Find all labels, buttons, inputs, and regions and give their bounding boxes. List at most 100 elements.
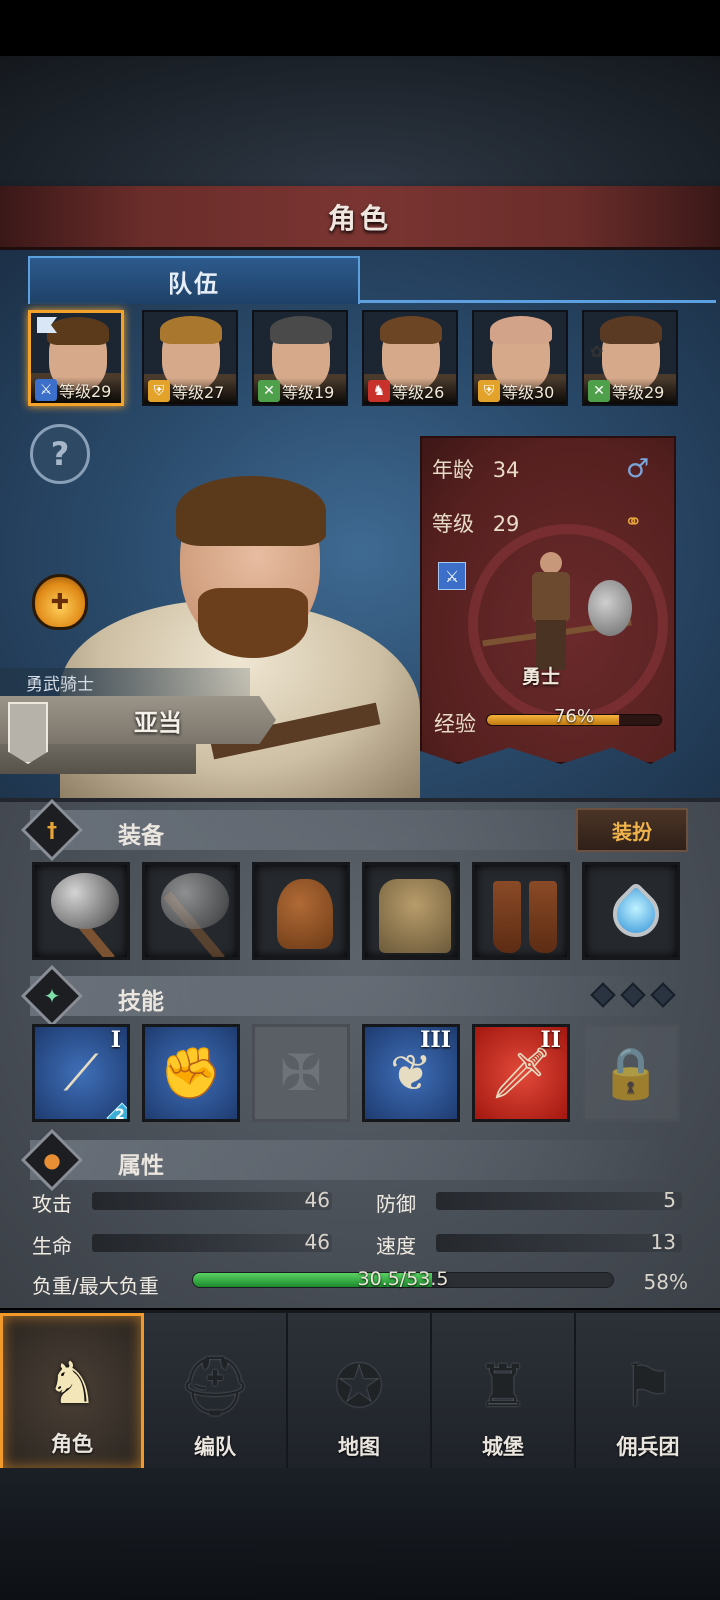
skills-title: 技能 [118, 989, 164, 1015]
fist-skill-icon: ✊ [159, 1043, 223, 1102]
member-level: 等级29 [59, 382, 112, 401]
team-member-1[interactable]: ⚔ 等级29 [28, 310, 124, 406]
nav-castle[interactable]: ♜ 城堡 [432, 1313, 576, 1471]
member-level: 等级30 [502, 383, 555, 402]
crossed-swords-icon: ✕ [258, 380, 280, 402]
exp-percent: 76% [553, 706, 594, 727]
team-member-6[interactable]: ✿ ✕ 等级29 [582, 310, 678, 406]
bottom-background [0, 1468, 720, 1600]
skill-rank: III [420, 1027, 451, 1053]
character-title: 勇武骑士 [26, 674, 94, 695]
nav-map[interactable]: ✪ 地图 [288, 1313, 432, 1471]
level-bar: ⛨ 等级30 [474, 378, 566, 404]
rings-icon: ⚭ [624, 510, 643, 535]
defense-label: 防御 [376, 1192, 416, 1216]
hp-label: 生命 [32, 1234, 72, 1258]
person-icon: ● [43, 1148, 61, 1172]
attack-label: 攻击 [32, 1192, 72, 1216]
nav-formation[interactable]: ⛑ 编队 [144, 1313, 288, 1471]
crossed-swords-icon: ✕ [588, 380, 610, 402]
helmet-slot[interactable] [252, 862, 350, 960]
helmet-icon [277, 879, 333, 949]
lock-icon: 🔒 [599, 1043, 663, 1102]
hero-hair [176, 476, 326, 546]
castle-icon: ♜ [477, 1352, 529, 1420]
nav-map-label: 地图 [338, 1435, 380, 1459]
defense-value: 5 [663, 1188, 676, 1212]
member-level: 等级26 [392, 383, 445, 402]
attributes-header: ● 属性 [20, 1128, 670, 1192]
question-icon: ? [50, 435, 70, 473]
weapon-slot-2[interactable] [142, 862, 240, 960]
team-member-3[interactable]: ✕ 等级19 [252, 310, 348, 406]
speed-label: 速度 [376, 1234, 416, 1258]
level-bar: ⚔ 等级29 [31, 377, 121, 403]
axe-icon [161, 873, 229, 929]
speed-value: 13 [650, 1230, 676, 1254]
level-label: 等级 [432, 512, 474, 536]
character-title-tag: 勇武骑士 [0, 668, 250, 696]
nav-castle-label: 城堡 [482, 1435, 524, 1459]
sword-icon: ⚔ [438, 562, 466, 590]
tab-team[interactable]: 队伍 [28, 256, 360, 304]
team-member-5[interactable]: ⛨ 等级30 [472, 310, 568, 406]
bottom-nav: ♞ 角色 ⛑ 编队 ✪ 地图 ♜ 城堡 ⚑ 佣兵团 [0, 1310, 720, 1471]
helmet-team-icon: ⛑ [178, 1351, 252, 1420]
shield-icon: ⛨ [478, 380, 500, 402]
skill-slot-2[interactable]: ✊ [142, 1024, 240, 1122]
level-bar: ⛨ 等级27 [144, 378, 236, 404]
skill-slot-3[interactable]: ✠ [252, 1024, 350, 1122]
skill-slot-1[interactable]: ⟋ I 2 [32, 1024, 130, 1122]
mercenary-icon: ⚑ [622, 1352, 674, 1420]
nav-formation-label: 编队 [194, 1435, 236, 1459]
skill-slot-5[interactable]: 🗡 II [472, 1024, 570, 1122]
equipment-title: 装备 [118, 823, 164, 849]
portrait-hair [600, 316, 662, 344]
load-label: 负重/最大负重 [32, 1274, 159, 1298]
portrait-hair [270, 316, 332, 344]
level-bar: ✕ 等级29 [584, 378, 676, 404]
top-background [0, 56, 720, 186]
amulet-slot[interactable] [582, 862, 680, 960]
boots-slot[interactable] [472, 862, 570, 960]
team-member-4[interactable]: ♞ 等级26 [362, 310, 458, 406]
boots-icon [493, 881, 521, 953]
amulet-icon [603, 881, 669, 947]
nav-mercenary[interactable]: ⚑ 佣兵团 [576, 1313, 720, 1471]
portrait-hair [380, 316, 442, 344]
skill-slot-6[interactable]: 🔒 [582, 1024, 680, 1122]
armor-slot[interactable] [362, 862, 460, 960]
dress-up-button[interactable]: 装扮 [576, 808, 688, 852]
nav-character[interactable]: ♞ 角色 [0, 1313, 144, 1471]
exp-label: 经验 [434, 712, 476, 736]
member-level: 等级19 [282, 383, 335, 402]
status-bar-area [0, 0, 720, 56]
figure-torso [532, 572, 570, 622]
star-icon: ✦ [43, 984, 61, 1008]
age-label: 年龄 [432, 458, 474, 482]
weapon-slot-1[interactable] [32, 862, 130, 960]
compass-map-icon: ✪ [334, 1352, 384, 1420]
figure-head [540, 552, 562, 574]
load-value: 30.5/53.5 [357, 1268, 449, 1290]
mini-axe-head [588, 580, 632, 636]
class-name: 勇士 [522, 666, 561, 688]
class-figure [522, 552, 582, 672]
nav-character-label: 角色 [51, 1432, 93, 1456]
team-member-2[interactable]: ⛨ 等级27 [142, 310, 238, 406]
character-info-card: 年龄 34 ♂ 等级 29 ⚭ ⚔ 勇士 经验 76% [420, 436, 676, 764]
page-title: 角色 [327, 201, 392, 235]
level-bar: ✕ 等级19 [254, 378, 346, 404]
dagger-icon: † [47, 818, 57, 842]
member-level: 等级27 [172, 383, 225, 402]
hp-value: 46 [304, 1230, 330, 1254]
attributes-title: 属性 [118, 1153, 164, 1179]
level-row: 等级 29 [432, 508, 519, 538]
banner-shield-icon [8, 702, 48, 764]
beetle-status-icon: ✿ [590, 342, 604, 361]
age-row: 年龄 34 [432, 454, 519, 484]
empty-cross-slot-icon: ✠ [280, 1044, 322, 1102]
male-icon: ♂ [626, 454, 650, 484]
skill-slot-4[interactable]: ❦ III [362, 1024, 460, 1122]
attack-value: 46 [304, 1188, 330, 1212]
